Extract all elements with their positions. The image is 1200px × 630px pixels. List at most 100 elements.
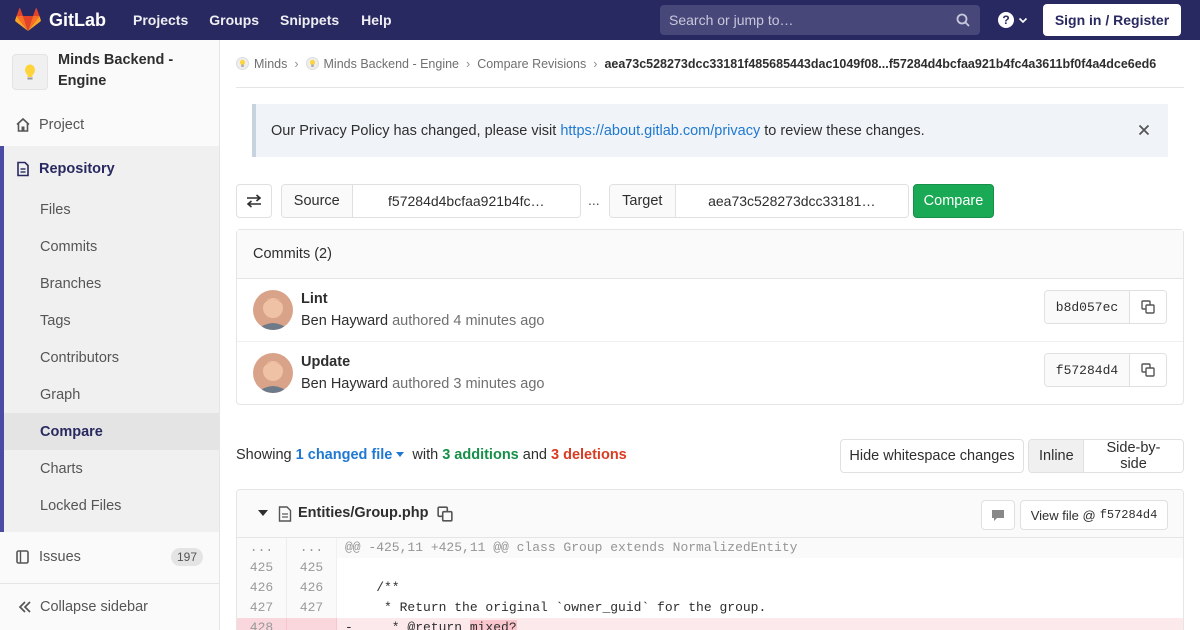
avatar[interactable] <box>253 290 293 330</box>
copy-sha-button[interactable] <box>1130 291 1166 323</box>
diff-line-code <box>337 558 1183 578</box>
alert-text-before: Our Privacy Policy has changed, please v… <box>271 122 561 139</box>
sidebar-item-project[interactable]: Project <box>0 102 219 148</box>
sidebar-item-issues[interactable]: Issues 197 <box>0 534 219 580</box>
sidebar-subitem-locked-files[interactable]: Locked Files <box>4 487 219 524</box>
sidebar-subitem-graph[interactable]: Graph <box>4 376 219 413</box>
close-icon[interactable] <box>1138 124 1150 136</box>
sidebar-subitem-branches[interactable]: Branches <box>4 265 219 302</box>
target-label: Target <box>610 185 676 217</box>
user-avatar-icon <box>253 353 293 393</box>
copy-icon <box>1141 363 1155 377</box>
sidebar-subitem-compare[interactable]: Compare <box>4 413 219 450</box>
sign-in-button[interactable]: Sign in / Register <box>1043 4 1181 36</box>
commits-header: Commits (2) <box>237 230 1183 279</box>
subitem-label: Charts <box>40 460 83 477</box>
copy-sha-button[interactable] <box>1130 354 1166 386</box>
sidebar-repository-head[interactable]: Repository <box>4 146 219 191</box>
avatar[interactable] <box>253 353 293 393</box>
lightbulb-icon <box>309 59 315 67</box>
old-line-number[interactable]: 425 <box>237 558 287 578</box>
diff-file-name[interactable]: Entities/Group.php <box>298 505 429 521</box>
breadcrumb-project[interactable]: Minds Backend - Engine <box>324 57 460 71</box>
compare-button[interactable]: Compare <box>913 184 994 218</box>
commit-time: 4 minutes ago <box>453 313 545 329</box>
commit-author[interactable]: Ben Hayward <box>301 376 388 392</box>
subitem-label: Compare <box>40 423 103 440</box>
sidebar-subitem-files[interactable]: Files <box>4 191 219 228</box>
commit-author[interactable]: Ben Hayward <box>301 313 388 329</box>
sidebar-item-label: Repository <box>39 160 115 177</box>
toggle-comments-button[interactable] <box>981 500 1015 530</box>
source-label: Source <box>282 185 353 217</box>
issues-icon <box>16 550 29 564</box>
view-file-label: View file @ <box>1030 507 1096 523</box>
new-line-number[interactable]: 426 <box>287 578 337 598</box>
subitem-label: Branches <box>40 275 102 292</box>
nav-links: Projects Groups Snippets Help <box>133 12 412 28</box>
commit-sha[interactable]: b8d057ec <box>1045 291 1130 323</box>
view-file-button[interactable]: View file @ f57284d4 <box>1020 500 1168 530</box>
subitem-label: Commits <box>40 238 98 255</box>
breadcrumb-compare[interactable]: Compare Revisions <box>477 57 586 71</box>
changed-files-dropdown[interactable]: 1 changed file <box>296 447 409 463</box>
commit-sha[interactable]: f57284d4 <box>1045 354 1130 386</box>
breadcrumb: Minds › Minds Backend - Engine › Compare… <box>236 40 1184 88</box>
help-dropdown[interactable]: ? <box>998 12 1028 28</box>
target-revision-dropdown[interactable]: aea73c528273dcc33181… <box>675 185 908 217</box>
commit-sha-group: f57284d4 <box>1044 353 1167 387</box>
comment-icon <box>992 510 1004 521</box>
nav-groups[interactable]: Groups <box>209 12 259 28</box>
subitem-label: Locked Files <box>40 497 122 514</box>
nav-snippets[interactable]: Snippets <box>280 12 339 28</box>
project-avatar <box>12 54 48 90</box>
collapse-sidebar-button[interactable]: Collapse sidebar <box>0 583 219 630</box>
source-revision-group: Source f57284d4bcfaa921b4fc… <box>281 184 581 218</box>
swap-arrows-icon <box>246 194 262 208</box>
new-line-number[interactable] <box>287 618 337 630</box>
hide-whitespace-button[interactable]: Hide whitespace changes <box>840 439 1024 473</box>
commit-title[interactable]: Lint <box>301 291 328 307</box>
commit-row: Lint Ben Hayward authored 4 minutes ago … <box>237 279 1183 342</box>
nav-projects[interactable]: Projects <box>133 12 188 28</box>
old-line-number[interactable]: 427 <box>237 598 287 618</box>
diff-stats: Showing 1 changed file with 3 additions … <box>236 447 627 463</box>
inline-view-button[interactable]: Inline <box>1029 440 1084 472</box>
revision-separator: ... <box>588 192 600 208</box>
new-line-number[interactable]: ... <box>287 538 337 558</box>
copy-icon[interactable] <box>437 506 453 522</box>
sidebar-subitem-tags[interactable]: Tags <box>4 302 219 339</box>
diff-line-match: ... ... @@ -425,11 +425,11 @@ class Grou… <box>237 538 1183 558</box>
commit-meta: Ben Hayward authored 4 minutes ago <box>301 313 544 329</box>
document-icon <box>17 161 29 176</box>
stats-showing: Showing <box>236 447 296 463</box>
sidebar-subitem-charts[interactable]: Charts <box>4 450 219 487</box>
new-line-number[interactable]: 427 <box>287 598 337 618</box>
project-header[interactable]: Minds Backend - Engine <box>0 40 219 104</box>
top-navbar: GitLab Projects Groups Snippets Help ? S… <box>0 0 1200 40</box>
sidebar-subitem-commits[interactable]: Commits <box>4 228 219 265</box>
diff-line-code: * Return the original `owner_guid` for t… <box>345 600 767 615</box>
sidebar: Minds Backend - Engine Project Repositor… <box>0 40 220 630</box>
source-revision-dropdown[interactable]: f57284d4bcfaa921b4fc… <box>352 185 580 217</box>
new-line-number[interactable]: 425 <box>287 558 337 578</box>
diff-view-toggle: Inline Side-by-side <box>1028 439 1184 473</box>
subitem-label: Tags <box>40 312 71 329</box>
old-line-number[interactable]: ... <box>237 538 287 558</box>
collapse-caret-icon[interactable] <box>258 510 268 516</box>
privacy-link[interactable]: https://about.gitlab.com/privacy <box>560 123 760 139</box>
nav-help[interactable]: Help <box>361 12 391 28</box>
gitlab-logo-icon <box>15 8 41 31</box>
old-line-number[interactable]: 426 <box>237 578 287 598</box>
breadcrumb-current[interactable]: aea73c528273dcc33181f485685443dac1049f08… <box>604 57 1156 71</box>
commit-title[interactable]: Update <box>301 354 350 370</box>
old-line-number[interactable]: 428 <box>237 618 287 630</box>
swap-revisions-button[interactable] <box>236 184 272 218</box>
side-by-side-view-button[interactable]: Side-by-side <box>1084 440 1183 472</box>
gitlab-brand[interactable]: GitLab <box>15 0 106 40</box>
search-input[interactable] <box>660 5 956 35</box>
file-icon <box>278 506 292 522</box>
sidebar-subitem-contributors[interactable]: Contributors <box>4 339 219 376</box>
changed-files-label: 1 changed file <box>295 447 393 463</box>
breadcrumb-minds[interactable]: Minds <box>254 57 287 71</box>
